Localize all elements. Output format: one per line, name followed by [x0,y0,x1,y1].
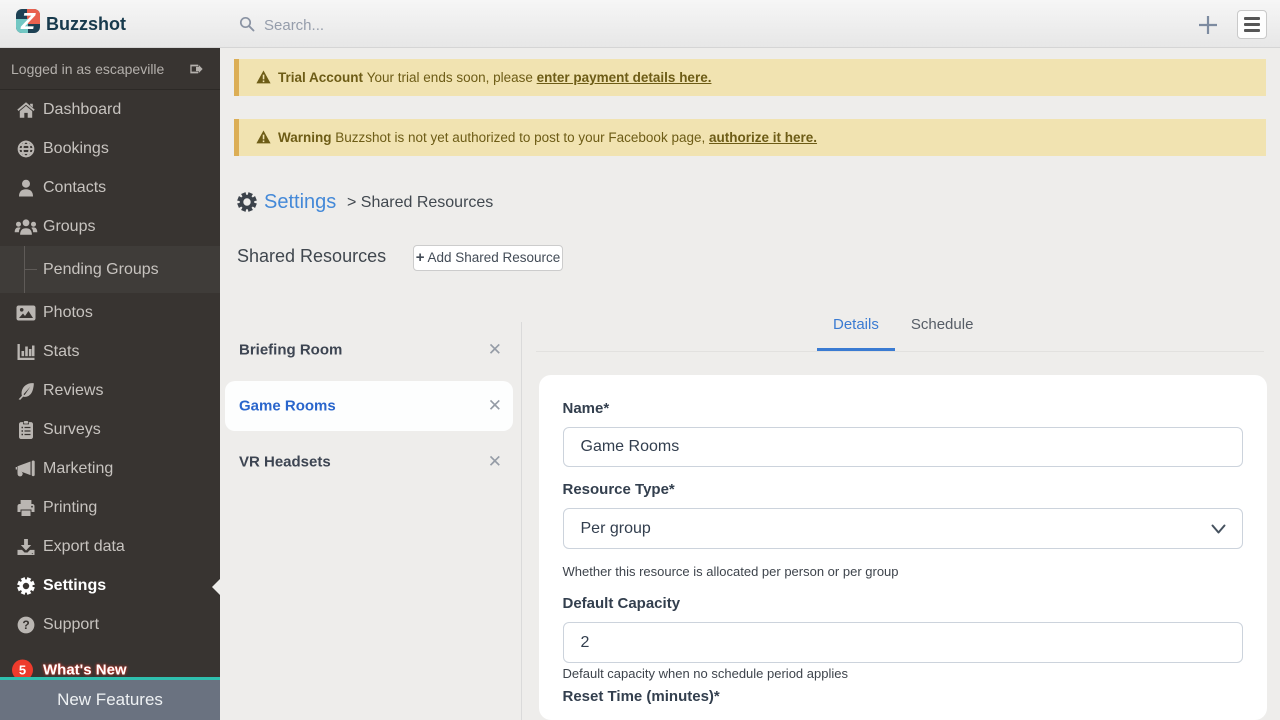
svg-text:?: ? [22,618,29,632]
